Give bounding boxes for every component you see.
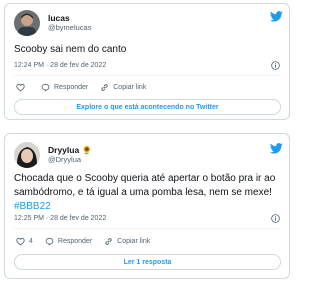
like-count: 4 [29,238,33,245]
avatar[interactable] [14,10,40,36]
copy-link-button[interactable]: Copiar link [104,237,150,246]
heart-icon [16,83,25,92]
copy-link-button[interactable]: Copiar link [100,83,146,92]
reply-button[interactable]: Responder [45,237,92,246]
info-icon[interactable] [271,61,280,70]
info-icon[interactable] [271,214,280,223]
tweet-text: Scooby sai nem do canto [14,44,127,55]
reply-label: Responder [54,84,89,91]
reply-icon [41,83,50,92]
reply-button[interactable]: Responder [41,83,88,92]
explore-twitter-button[interactable]: Explore o que está acontecendo no Twitte… [14,99,281,115]
tweet-actions: 4 Responder Copiar link [16,237,162,246]
tweet-timestamp[interactable]: 12:25 PM · 28 de fev de 2022 [14,215,106,222]
copy-link-label: Copiar link [113,84,147,91]
tweet-body: Chocada que o Scooby queria até apertar … [14,173,276,198]
like-button[interactable]: 4 [16,237,33,246]
reply-icon [45,237,54,246]
divider [14,75,281,76]
tweet-actions: Responder Copiar link [16,83,158,92]
tweet-card[interactable]: Dryylua 🌻 @Dryylua Chocada que o Scooby … [4,133,290,279]
read-replies-button[interactable]: Ler 1 resposta [14,254,281,270]
reply-label: Responder [57,238,93,245]
tweet-text: Chocada que o Scooby queria até apertar … [14,172,281,214]
user-handle[interactable]: @bymelucas [48,23,91,32]
avatar[interactable] [14,142,40,168]
tweet-card[interactable]: lucas @bymelucas Scooby sai nem do canto… [4,3,290,120]
link-icon [101,84,108,91]
twitter-bird-icon[interactable] [270,11,283,22]
user-handle[interactable]: @Dryylua [48,155,81,164]
like-button[interactable] [16,83,29,92]
link-icon [105,238,112,245]
tweet-timestamp[interactable]: 12:24 PM · 28 de fev de 2022 [14,62,106,69]
divider [14,228,281,229]
hashtag-link[interactable]: #BBB22 [14,201,51,212]
copy-link-label: Copiar link [117,238,151,245]
twitter-bird-icon[interactable] [270,143,283,154]
display-name[interactable]: lucas [48,13,70,23]
heart-icon [16,237,25,246]
